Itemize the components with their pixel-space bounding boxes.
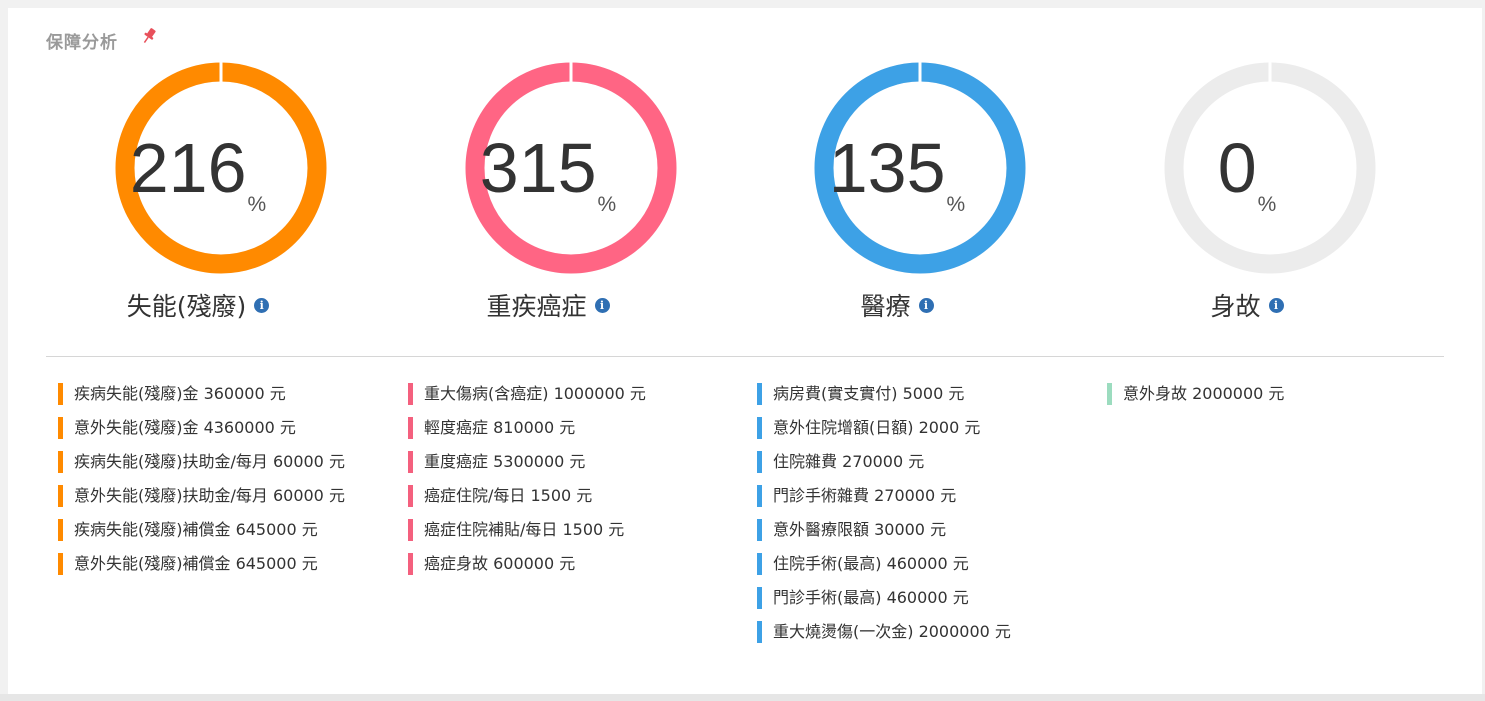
category-color-bar [58, 553, 63, 575]
category-color-bar [58, 485, 63, 507]
coverage-item-text: 疾病失能(殘廢)扶助金/每月 60000 元 [74, 452, 345, 471]
coverage-item: 意外身故 2000000 元 [1107, 382, 1284, 406]
category-color-bar [757, 485, 762, 507]
info-icon[interactable]: i [254, 297, 270, 313]
detail-list-disability: 疾病失能(殘廢)金 360000 元意外失能(殘廢)金 4360000 元疾病失… [58, 382, 345, 586]
category-color-bar [757, 553, 762, 575]
coverage-item-text: 意外身故 2000000 元 [1123, 384, 1285, 403]
ring-track [1164, 62, 1376, 274]
category-color-bar [408, 451, 413, 473]
gauge-death: 0% 身故 i [1140, 61, 1400, 321]
coverage-item-text: 門診手術雜費 270000 元 [773, 486, 957, 505]
coverage-item-text: 輕度癌症 810000 元 [424, 418, 576, 437]
coverage-item-text: 疾病失能(殘廢)補償金 645000 元 [74, 520, 318, 539]
coverage-item-text: 意外醫療限額 30000 元 [773, 520, 947, 539]
coverage-item: 重度癌症 5300000 元 [408, 450, 646, 474]
category-color-bar [58, 417, 63, 439]
coverage-item-text: 意外失能(殘廢)扶助金/每月 60000 元 [74, 486, 345, 505]
pin-icon[interactable] [140, 26, 158, 46]
coverage-item: 住院雜費 270000 元 [757, 450, 1011, 474]
gauge-ring [115, 62, 327, 274]
detail-list-cancer: 重大傷病(含癌症) 1000000 元輕度癌症 810000 元重度癌症 530… [408, 382, 646, 586]
gauge-medical: 135% 醫療 i [790, 61, 1050, 321]
gauge-label: 重疾癌症 [486, 292, 587, 321]
gauge-disability: 216% 失能(殘廢) i [91, 61, 351, 321]
ring-progress [465, 62, 677, 274]
section-divider [46, 356, 1444, 357]
coverage-item: 重大傷病(含癌症) 1000000 元 [408, 382, 646, 406]
ring-progress [115, 62, 327, 274]
coverage-item: 意外失能(殘廢)金 4360000 元 [58, 416, 345, 440]
coverage-item-text: 疾病失能(殘廢)金 360000 元 [74, 384, 286, 403]
category-color-bar [757, 383, 762, 405]
gauge-ring [1164, 62, 1376, 274]
coverage-item: 疾病失能(殘廢)金 360000 元 [58, 382, 345, 406]
coverage-item-text: 意外失能(殘廢)補償金 645000 元 [74, 554, 318, 573]
gauge-label: 失能(殘廢) [126, 292, 247, 321]
coverage-item-text: 重大燒燙傷(一次金) 2000000 元 [773, 622, 1011, 641]
coverage-item: 輕度癌症 810000 元 [408, 416, 646, 440]
coverage-item: 癌症住院補貼/每日 1500 元 [408, 518, 646, 542]
coverage-item-text: 住院手術(最高) 460000 元 [773, 554, 969, 573]
coverage-item: 癌症住院/每日 1500 元 [408, 484, 646, 508]
info-icon[interactable]: i [1268, 297, 1284, 313]
coverage-item: 門診手術雜費 270000 元 [757, 484, 1011, 508]
category-color-bar [1107, 383, 1112, 405]
coverage-item: 意外失能(殘廢)補償金 645000 元 [58, 552, 345, 576]
category-color-bar [408, 519, 413, 541]
gauge-ring [465, 62, 677, 274]
coverage-item: 意外住院增額(日額) 2000 元 [757, 416, 1011, 440]
category-color-bar [58, 519, 63, 541]
gauge-cancer: 315% 重疾癌症 i [441, 61, 701, 321]
info-icon[interactable]: i [918, 297, 934, 313]
category-color-bar [757, 451, 762, 473]
category-color-bar [58, 451, 63, 473]
coverage-item: 疾病失能(殘廢)補償金 645000 元 [58, 518, 345, 542]
coverage-item: 意外醫療限額 30000 元 [757, 518, 1011, 542]
category-color-bar [757, 519, 762, 541]
category-color-bar [757, 621, 762, 643]
coverage-item-text: 意外失能(殘廢)金 4360000 元 [74, 418, 296, 437]
coverage-item: 病房費(實支實付) 5000 元 [757, 382, 1011, 406]
coverage-item: 意外失能(殘廢)扶助金/每月 60000 元 [58, 484, 345, 508]
coverage-item-text: 住院雜費 270000 元 [773, 452, 925, 471]
coverage-item-text: 門診手術(最高) 460000 元 [773, 588, 969, 607]
category-color-bar [757, 587, 762, 609]
info-icon[interactable]: i [594, 297, 610, 313]
coverage-item-text: 重大傷病(含癌症) 1000000 元 [424, 384, 646, 403]
coverage-item: 重大燒燙傷(一次金) 2000000 元 [757, 620, 1011, 644]
category-color-bar [408, 553, 413, 575]
panel-title: 保障分析 [46, 33, 118, 53]
gauge-ring [814, 62, 1026, 274]
ring-progress [814, 62, 1026, 274]
gauge-label: 身故 [1210, 292, 1261, 321]
coverage-item-text: 癌症身故 600000 元 [424, 554, 576, 573]
category-color-bar [757, 417, 762, 439]
category-color-bar [408, 383, 413, 405]
gauge-label: 醫療 [860, 292, 911, 321]
coverage-analysis-panel: 保障分析 216% 失能(殘廢) i 315% 重疾癌症 i 135 % 醫療 … [8, 8, 1482, 694]
coverage-item-text: 癌症住院/每日 1500 元 [424, 486, 593, 505]
coverage-item: 癌症身故 600000 元 [408, 552, 646, 576]
coverage-item-text: 癌症住院補貼/每日 1500 元 [424, 520, 625, 539]
coverage-item-text: 意外住院增額(日額) 2000 元 [773, 418, 981, 437]
bottom-scroll-edge [0, 694, 1485, 701]
category-color-bar [58, 383, 63, 405]
coverage-item-text: 重度癌症 5300000 元 [424, 452, 586, 471]
category-color-bar [408, 485, 413, 507]
coverage-item: 住院手術(最高) 460000 元 [757, 552, 1011, 576]
coverage-item: 門診手術(最高) 460000 元 [757, 586, 1011, 610]
category-color-bar [408, 417, 413, 439]
detail-list-death: 意外身故 2000000 元 [1107, 382, 1284, 416]
detail-list-medical: 病房費(實支實付) 5000 元意外住院增額(日額) 2000 元住院雜費 27… [757, 382, 1011, 654]
coverage-item: 疾病失能(殘廢)扶助金/每月 60000 元 [58, 450, 345, 474]
coverage-item-text: 病房費(實支實付) 5000 元 [773, 384, 965, 403]
